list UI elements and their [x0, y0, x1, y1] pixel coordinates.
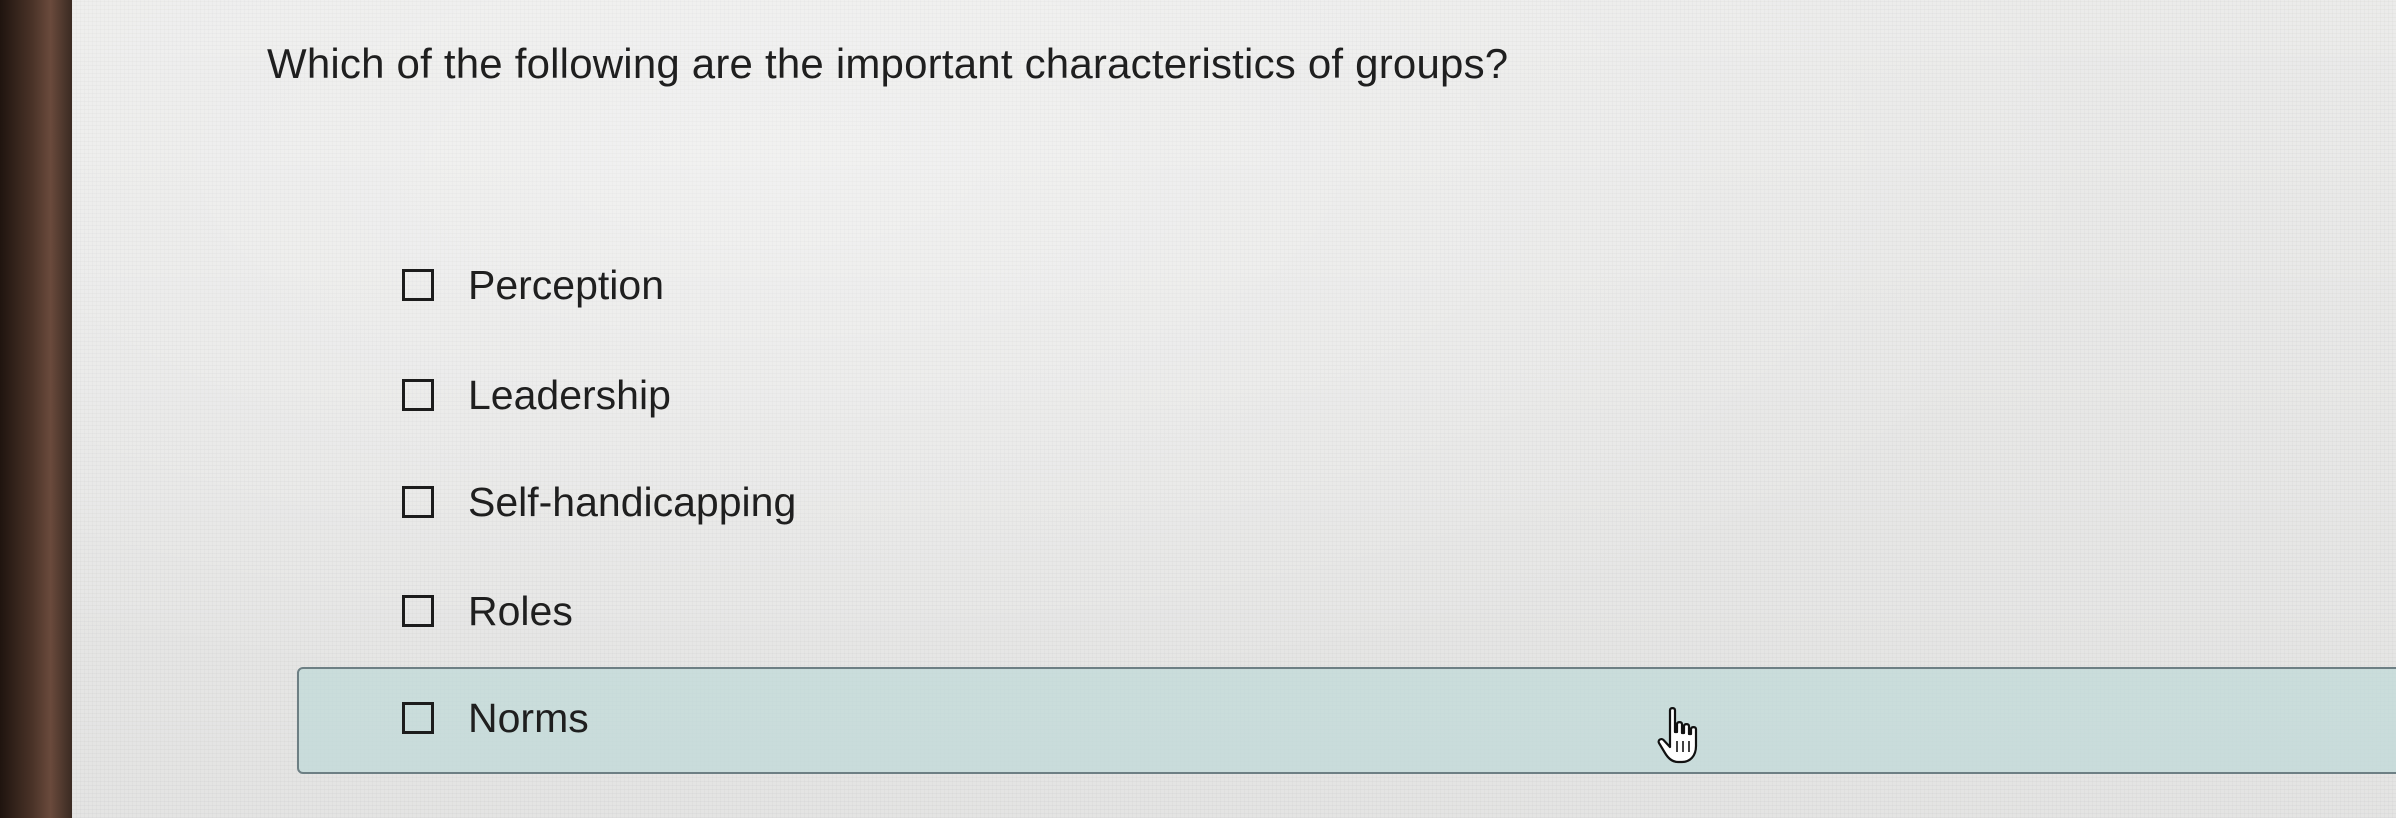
- checkbox-self-handicapping[interactable]: [402, 486, 434, 518]
- screen: Which of the following are the important…: [72, 0, 2396, 818]
- option-norms[interactable]: Norms: [402, 688, 589, 748]
- option-roles[interactable]: Roles: [402, 581, 573, 641]
- checkbox-leadership[interactable]: [402, 379, 434, 411]
- checkbox-roles[interactable]: [402, 595, 434, 627]
- photo-frame: Which of the following are the important…: [0, 0, 2396, 818]
- hand-pointer-icon: [1657, 707, 1698, 764]
- option-label: Perception: [468, 261, 665, 308]
- option-label: Leadership: [468, 371, 671, 418]
- option-label: Norms: [468, 694, 589, 741]
- option-label: Roles: [468, 587, 573, 634]
- question-text: Which of the following are the important…: [267, 40, 1509, 87]
- option-self-handicapping[interactable]: Self-handicapping: [402, 472, 796, 532]
- option-perception[interactable]: Perception: [402, 255, 664, 315]
- monitor-bezel: [0, 0, 72, 818]
- checkbox-perception[interactable]: [402, 269, 434, 301]
- checkbox-norms[interactable]: [402, 702, 434, 734]
- option-label: Self-handicapping: [468, 478, 797, 525]
- option-leadership[interactable]: Leadership: [402, 365, 671, 425]
- hover-highlight-norms[interactable]: [297, 667, 2396, 774]
